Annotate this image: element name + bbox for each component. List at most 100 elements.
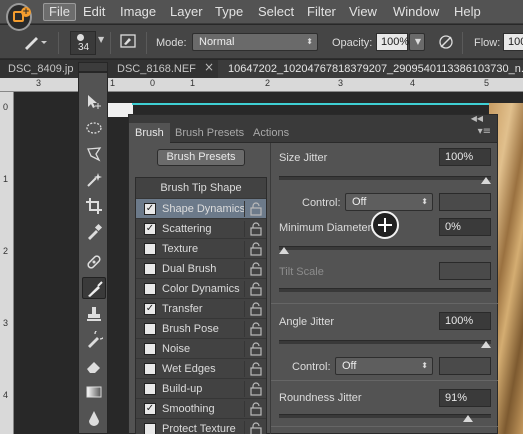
tab-dsc-8409[interactable]: DSC_8409.jp [8,60,78,78]
ruler-number: 3 [3,318,9,328]
blur-tool-icon[interactable] [82,407,106,429]
brush-cursor-icon [371,211,399,239]
clone-stamp-tool-icon[interactable] [82,303,106,325]
list-item-smoothing[interactable]: ✓ Smoothing [136,398,266,418]
lock-icon[interactable] [244,381,266,397]
checkbox[interactable]: ✓ [144,403,156,415]
lock-icon[interactable] [244,361,266,377]
lock-icon[interactable] [244,421,266,434]
minimum-diameter-field[interactable]: 0% [439,218,491,236]
lock-icon[interactable] [244,261,266,277]
size-jitter-slider[interactable] [279,176,491,180]
minimum-diameter-slider-thumb[interactable] [279,247,289,254]
list-item-protect-texture[interactable]: Protect Texture [136,418,266,434]
eraser-tool-icon[interactable] [82,355,106,377]
menu-type[interactable]: Type [210,3,248,21]
chevron-down-icon[interactable]: ▼ [98,35,104,44]
menu-view[interactable]: View [344,3,382,21]
menu-filter[interactable]: Filter [302,3,341,21]
brush-size-picker[interactable]: 34 [70,31,96,55]
checkbox[interactable] [144,383,156,395]
collapse-icon[interactable]: ◀◀ [471,114,483,123]
checkbox[interactable] [144,363,156,375]
tab-dsc-8168[interactable]: DSC_8168.NEF [117,60,202,78]
panel-menu-icon[interactable]: ▾≡ [478,126,491,137]
control-dropdown[interactable]: Off ⬍ [345,193,433,211]
list-item-dual-brush[interactable]: Dual Brush [136,258,266,278]
checkbox[interactable]: ✓ [144,203,156,215]
list-item-transfer[interactable]: ✓ Transfer [136,298,266,318]
panel-drag-bar[interactable]: ◀◀ [129,114,497,123]
angle-jitter-slider[interactable] [279,340,491,344]
minimum-diameter-slider[interactable] [279,246,491,250]
roundness-jitter-slider-thumb[interactable] [462,415,473,422]
control-dropdown-2[interactable]: Off ⬍ [335,357,433,375]
lock-icon[interactable] [244,301,266,317]
tab-brush[interactable]: Brush [129,123,170,143]
menu-select[interactable]: Select [253,3,299,21]
brush-tool-preset-icon[interactable] [22,33,48,54]
gradient-tool-icon[interactable] [82,381,106,403]
checkbox[interactable] [144,243,156,255]
chevron-down-icon: ▼ [414,37,421,46]
roundness-jitter-slider[interactable] [279,414,491,418]
healing-brush-tool-icon[interactable] [82,251,106,273]
lock-icon[interactable] [244,401,266,417]
lock-icon[interactable] [244,241,266,257]
menu-window[interactable]: Window [388,3,444,21]
list-item-color-dynamics[interactable]: Color Dynamics [136,278,266,298]
lasso-tool-icon[interactable] [82,143,106,165]
list-item-shape-dynamics[interactable]: ✓ Shape Dynamics [136,198,266,218]
checkbox[interactable] [144,423,156,434]
opacity-field[interactable]: 100% [376,33,409,51]
pressure-opacity-icon[interactable] [436,33,456,54]
brush-panel-toggle-icon[interactable] [118,33,138,54]
menu-file[interactable]: File [43,3,76,21]
mode-dropdown[interactable]: Normal ⬍ [192,33,318,51]
menu-layer[interactable]: Layer [165,3,208,21]
list-item-build-up[interactable]: Build-up [136,378,266,398]
roundness-jitter-field[interactable]: 91% [439,389,491,407]
brush-tool-icon[interactable] [82,277,106,299]
tab-brush-presets[interactable]: Brush Presets [169,123,250,143]
lock-icon[interactable] [244,281,266,297]
checkbox[interactable] [144,323,156,335]
history-brush-tool-icon[interactable] [82,329,106,351]
checkbox[interactable]: ✓ [144,223,156,235]
checkbox[interactable]: ✓ [144,303,156,315]
flow-field[interactable]: 100 [503,33,523,51]
lock-icon[interactable] [244,201,266,217]
app-logo-icon[interactable]: + [6,3,32,31]
checkbox[interactable] [144,283,156,295]
lock-icon[interactable] [244,321,266,337]
tab-actions[interactable]: Actions [247,123,295,143]
menu-image[interactable]: Image [115,3,161,21]
close-icon[interactable]: × [204,60,214,74]
size-jitter-field[interactable]: 100% [439,148,491,166]
list-item-texture[interactable]: Texture [136,238,266,258]
crop-tool-icon[interactable] [82,195,106,217]
list-item-wet-edges[interactable]: Wet Edges [136,358,266,378]
move-tool-icon[interactable] [82,91,106,113]
eyedropper-tool-icon[interactable] [82,221,106,243]
list-item-scattering[interactable]: ✓ Scattering [136,218,266,238]
lock-icon[interactable] [244,341,266,357]
checkbox[interactable] [144,263,156,275]
checkbox[interactable] [144,343,156,355]
toolbar-header[interactable] [78,62,108,72]
list-item-brush-pose[interactable]: Brush Pose [136,318,266,338]
brush-tip-shape-item[interactable]: Brush Tip Shape [136,178,266,198]
marquee-tool-icon[interactable] [82,117,106,139]
guide-line[interactable] [132,103,523,105]
brush-presets-button[interactable]: Brush Presets [157,149,245,166]
angle-jitter-field[interactable]: 100% [439,312,491,330]
list-item-noise[interactable]: Noise [136,338,266,358]
size-jitter-slider-thumb[interactable] [481,177,491,184]
angle-jitter-slider-thumb[interactable] [481,341,491,348]
tab-active-photo[interactable]: 10647202_10204767818379207_2909540113386… [218,60,523,78]
magic-wand-tool-icon[interactable] [82,169,106,191]
menu-help[interactable]: Help [449,3,486,21]
menu-edit[interactable]: Edit [78,3,110,21]
opacity-slider-button[interactable]: ▼ [409,33,425,51]
lock-icon[interactable] [244,221,266,237]
